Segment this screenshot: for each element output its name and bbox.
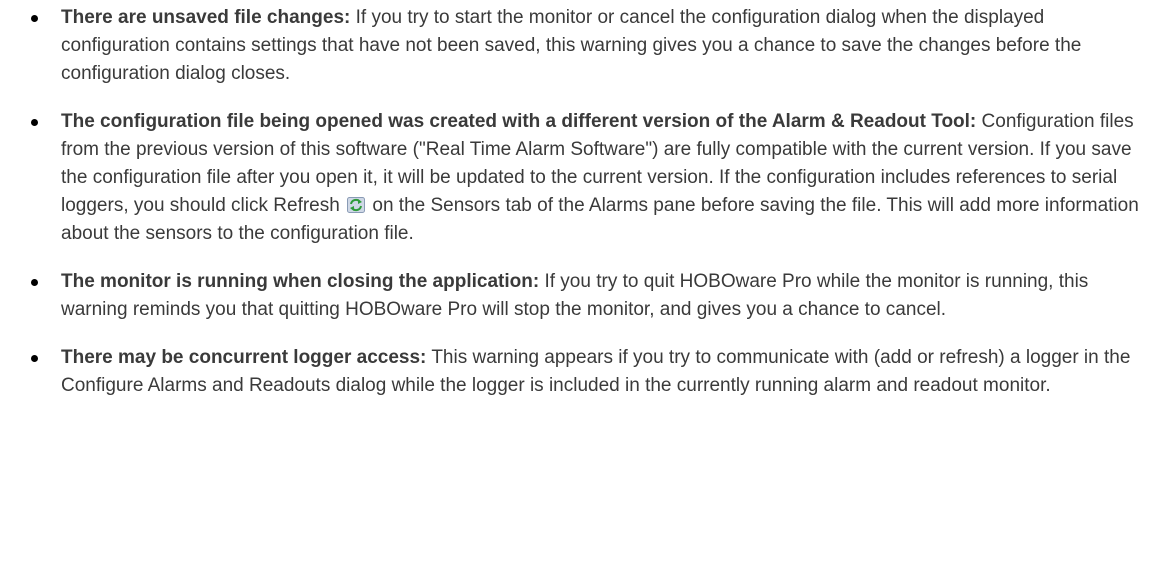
refresh-icon [347,197,366,213]
item-term: The monitor is running when closing the … [61,271,540,292]
item-term: The configuration file being opened was … [61,111,977,132]
bullet-item-monitor-running: The monitor is running when closing the … [0,268,1173,324]
bullet-item-different-version: The configuration file being opened was … [0,108,1173,248]
bullet-marker [31,279,38,286]
bullet-item-concurrent-access: There may be concurrent logger access: T… [0,344,1173,400]
item-term: There are unsaved file changes: [61,7,351,28]
bullet-marker [31,15,38,22]
item-term: There may be concurrent logger access: [61,347,427,368]
bullet-item-unsaved-changes: There are unsaved file changes: If you t… [0,4,1173,88]
bullet-marker [31,119,38,126]
document-body: There are unsaved file changes: If you t… [0,0,1173,400]
bullet-marker [31,355,38,362]
